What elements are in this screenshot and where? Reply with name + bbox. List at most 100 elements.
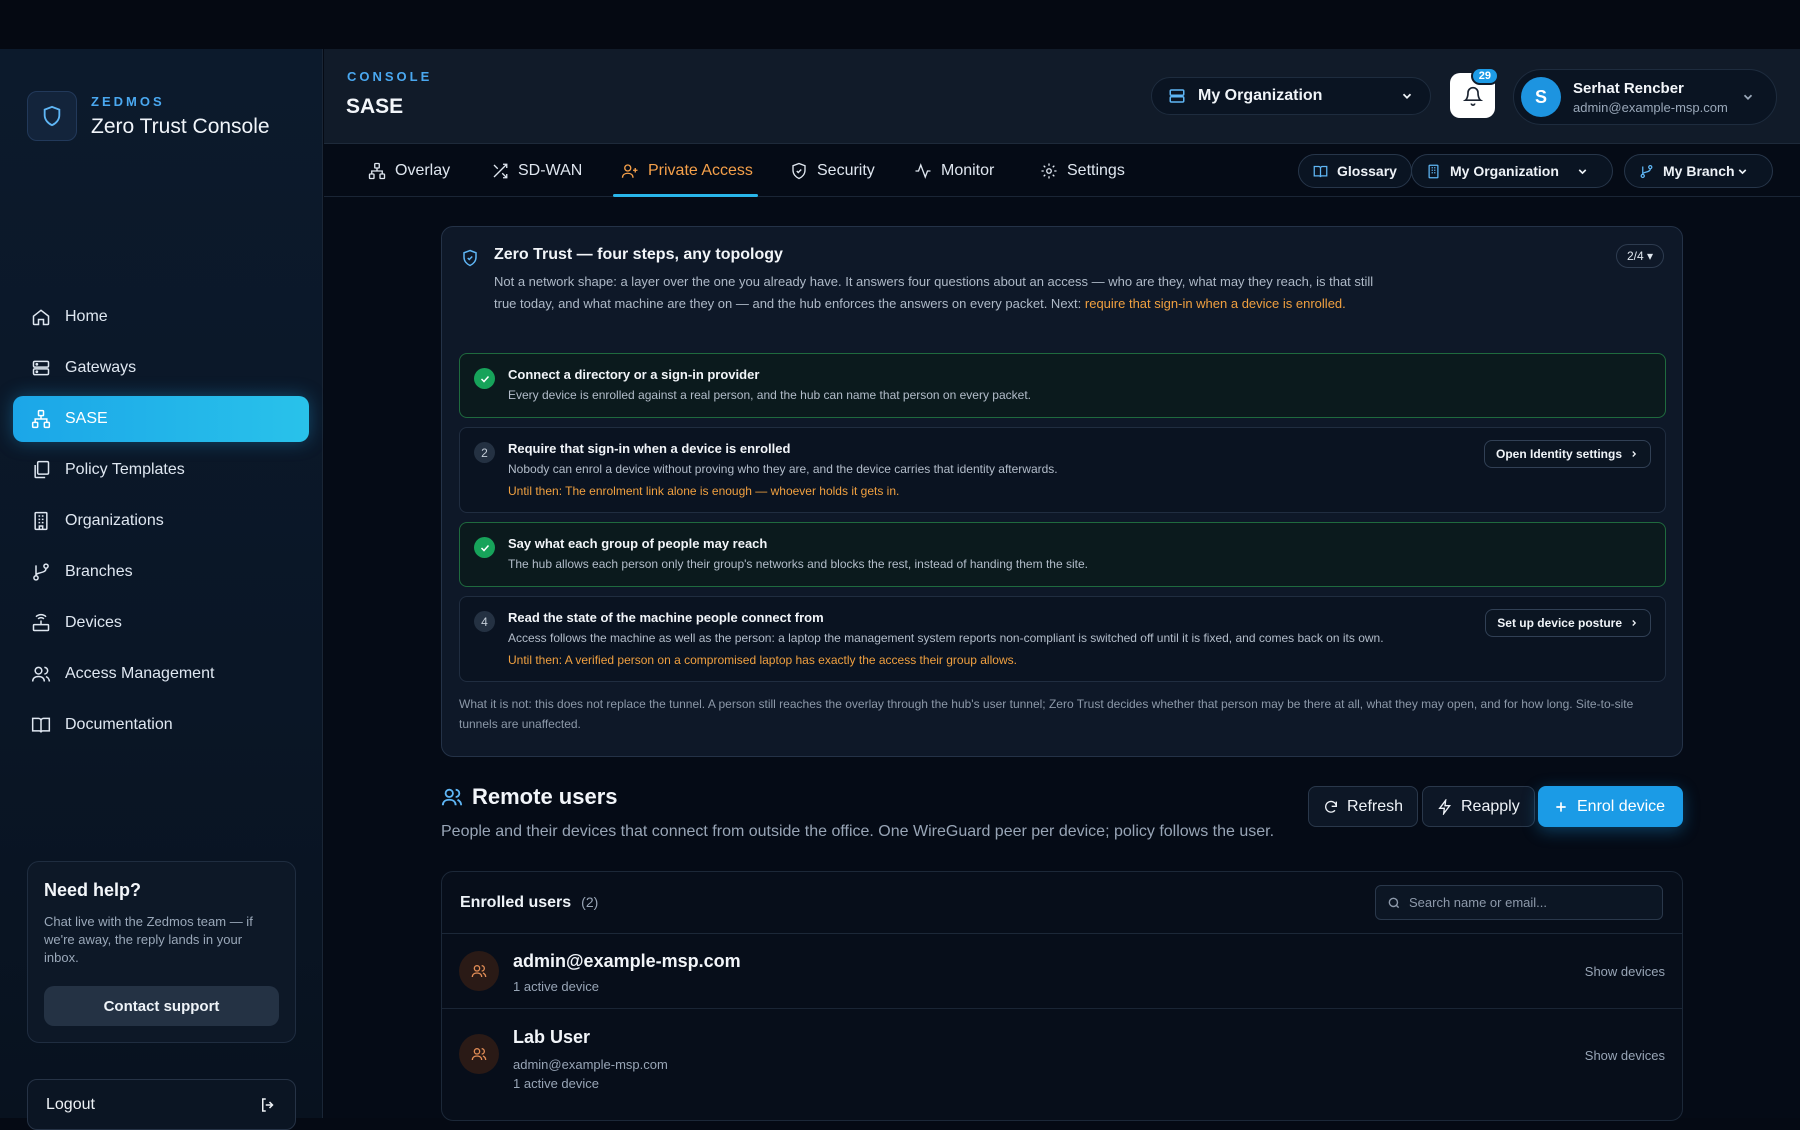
main-content: CONSOLE SASE My Organization 29 S Serhat… bbox=[324, 49, 1800, 1121]
tab-label: Overlay bbox=[395, 162, 451, 179]
tab-monitor[interactable]: Monitor bbox=[914, 145, 994, 197]
branch-filter-select[interactable]: My Branch bbox=[1624, 154, 1773, 188]
help-title: Need help? bbox=[44, 880, 142, 900]
sidebar-item-label: Devices bbox=[65, 614, 122, 631]
sidebar-item-home[interactable]: Home bbox=[13, 294, 309, 340]
gear-icon bbox=[1041, 163, 1057, 179]
organization-selector[interactable]: My Organization bbox=[1151, 77, 1431, 115]
contact-support-button[interactable]: Contact support bbox=[44, 986, 279, 1026]
sidebar-item-label: Access Management bbox=[65, 665, 215, 682]
help-card: Need help? Chat live with the Zedmos tea… bbox=[27, 861, 296, 1043]
show-devices-link[interactable]: Show devices bbox=[1585, 964, 1665, 979]
brand[interactable]: ZEDMOS Zero Trust Console bbox=[27, 91, 270, 141]
shield-logo-icon bbox=[27, 91, 77, 141]
step-card-4: 4 Read the state of the machine people c… bbox=[459, 596, 1666, 682]
server-icon bbox=[32, 360, 50, 376]
enrol-device-button[interactable]: Enrol device bbox=[1538, 786, 1683, 827]
chevron-down-icon bbox=[1402, 93, 1412, 99]
button-label: Enrol device bbox=[1577, 797, 1666, 815]
user-name: Serhat Rencber bbox=[1573, 79, 1684, 97]
user-email: admin@example-msp.com bbox=[513, 1057, 668, 1072]
user-plus-icon bbox=[621, 164, 638, 178]
bell-icon bbox=[1462, 86, 1483, 106]
sidebar-item-branches[interactable]: Branches bbox=[13, 549, 309, 595]
book-icon bbox=[31, 717, 51, 733]
users-icon bbox=[441, 788, 463, 806]
button-label: Set up device posture bbox=[1497, 616, 1622, 630]
refresh-button[interactable]: Refresh bbox=[1308, 786, 1419, 827]
sidebar-item-label: Documentation bbox=[65, 716, 173, 733]
tab-private-access[interactable]: Private Access bbox=[621, 145, 753, 197]
tab-overlay[interactable]: Overlay bbox=[368, 145, 450, 197]
glossary-label: Glossary bbox=[1337, 163, 1397, 179]
sidebar-item-sase[interactable]: SASE bbox=[13, 396, 309, 442]
description-end: . bbox=[1342, 296, 1346, 311]
sidebar-item-organizations[interactable]: Organizations bbox=[13, 498, 309, 544]
chevron-down-icon bbox=[1578, 168, 1587, 174]
section-title: Remote users bbox=[472, 784, 618, 809]
server-icon bbox=[1169, 89, 1185, 103]
organization-filter-select[interactable]: My Organization bbox=[1411, 154, 1613, 188]
sidebar-item-documentation[interactable]: Documentation bbox=[13, 702, 309, 748]
sidebar-item-label: Organizations bbox=[65, 512, 164, 529]
logout-button[interactable]: Logout bbox=[27, 1079, 296, 1130]
step-title: Require that sign-in when a device is en… bbox=[508, 441, 791, 456]
shield-check-icon bbox=[463, 249, 477, 267]
sidebar-item-label: Branches bbox=[65, 563, 133, 580]
refresh-icon bbox=[1325, 800, 1337, 813]
user-avatar bbox=[459, 1034, 499, 1074]
building-icon bbox=[34, 511, 48, 531]
open-identity-settings-button[interactable]: Open Identity settings bbox=[1483, 440, 1651, 468]
git-branch-icon bbox=[33, 563, 49, 581]
tab-sd-wan[interactable]: SD-WAN bbox=[491, 145, 582, 197]
user-avatar bbox=[459, 951, 499, 991]
organization-selector-value: My Organization bbox=[1198, 87, 1323, 104]
network-icon bbox=[368, 162, 386, 180]
users-icon bbox=[471, 965, 487, 978]
copy-icon bbox=[34, 460, 50, 479]
search-input[interactable]: Search name or email... bbox=[1375, 885, 1663, 920]
step-text: Nobody can enrol a device without provin… bbox=[508, 462, 1058, 476]
reapply-button[interactable]: Reapply bbox=[1422, 786, 1535, 827]
avatar: S bbox=[1521, 77, 1561, 117]
sidebar-item-label: Gateways bbox=[65, 359, 137, 376]
tab-settings[interactable]: Settings bbox=[1040, 145, 1125, 197]
branch-filter-value: My Branch bbox=[1663, 163, 1735, 179]
notifications-button[interactable]: 29 bbox=[1450, 67, 1499, 118]
tab-label: Private Access bbox=[648, 162, 753, 179]
button-label: Open Identity settings bbox=[1495, 447, 1622, 461]
sidebar-item-access-management[interactable]: Access Management bbox=[13, 651, 309, 697]
sidebar-item-gateways[interactable]: Gateways bbox=[13, 345, 309, 391]
next-step-link[interactable]: require that sign-in when a device is en… bbox=[1085, 296, 1342, 311]
step-number: 4 bbox=[474, 611, 495, 632]
chevron-down-icon bbox=[1743, 94, 1753, 100]
table-row[interactable]: admin@example-msp.com 1 active device Sh… bbox=[442, 934, 1682, 1009]
step-card-3: Say what each group of people may reach … bbox=[459, 522, 1666, 587]
table-row[interactable]: Lab User admin@example-msp.com 1 active … bbox=[442, 1010, 1682, 1106]
tab-security[interactable]: Security bbox=[790, 145, 875, 197]
step-warning: Until then: The enrolment link alone is … bbox=[508, 484, 900, 498]
organization-filter-value: My Organization bbox=[1450, 163, 1559, 179]
sidebar-item-devices[interactable]: Devices bbox=[13, 600, 309, 646]
check-icon bbox=[474, 368, 495, 389]
router-icon bbox=[32, 613, 50, 632]
user-menu[interactable]: S Serhat Rencber admin@example-msp.com bbox=[1513, 69, 1777, 125]
step-text: Every device is enrolled against a real … bbox=[508, 388, 1031, 402]
top-bar bbox=[0, 0, 1800, 49]
chevron-down-icon bbox=[1738, 168, 1747, 174]
sidebar-item-label: SASE bbox=[65, 410, 108, 427]
glossary-button[interactable]: Glossary bbox=[1298, 154, 1412, 188]
activity-icon bbox=[915, 163, 931, 179]
page-title: SASE bbox=[346, 95, 404, 118]
step-progress-dropdown[interactable]: 2/4 ▾ bbox=[1615, 244, 1664, 268]
brand-title: Zero Trust Console bbox=[91, 114, 270, 138]
show-devices-link[interactable]: Show devices bbox=[1585, 1048, 1665, 1063]
user-email: admin@example-msp.com bbox=[1573, 99, 1728, 115]
sidebar-item-policy-templates[interactable]: Policy Templates bbox=[13, 447, 309, 493]
network-icon bbox=[31, 409, 51, 429]
set-up-device-posture-button[interactable]: Set up device posture bbox=[1485, 609, 1651, 637]
tab-label: SD-WAN bbox=[518, 162, 583, 179]
users-icon bbox=[31, 666, 51, 682]
book-icon bbox=[1313, 165, 1328, 177]
zero-trust-title: Zero Trust — four steps, any topology bbox=[494, 246, 783, 263]
